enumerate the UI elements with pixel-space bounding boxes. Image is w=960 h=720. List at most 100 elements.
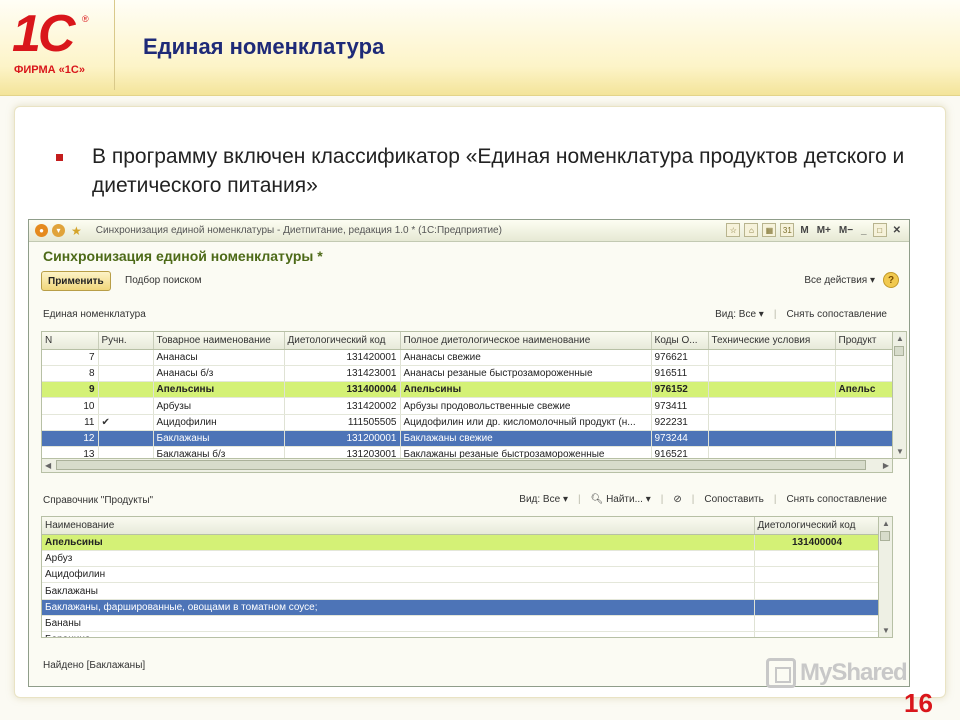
column-header[interactable]: Продукт [835, 332, 892, 350]
horizontal-scrollbar[interactable]: ◀ ▶ [41, 459, 893, 473]
table-cell-name: Баклажаны [42, 582, 755, 600]
column-header[interactable]: Диетологический код [754, 517, 878, 535]
find-label: Найти... ▾ [606, 494, 651, 505]
table-row[interactable]: 8 Ананасы б/з 131423001 Ананасы резаные быс… [42, 365, 892, 383]
table-cell-full: Ананасы резаные быстрозамороженные [400, 365, 652, 383]
help-icon[interactable]: ? [883, 272, 899, 288]
table-cell-name: Арбузы [153, 397, 285, 415]
app-menu-icon[interactable]: ● [35, 224, 48, 237]
table-cell-full: Арбузы продовольственные свежие [400, 397, 652, 415]
table-cell-tu [708, 446, 836, 458]
column-header[interactable]: Полное диетологическое наименование [400, 332, 652, 350]
match-button[interactable]: Сопоставить [704, 494, 763, 505]
table-cell-product [835, 430, 892, 448]
products-table[interactable]: Наименование Диетологический код Апельси… [41, 516, 879, 638]
table-row[interactable]: Арбуз [42, 550, 878, 568]
calendar-icon[interactable]: 31 [780, 223, 795, 237]
cancel-search-icon[interactable]: ⊘ [673, 494, 681, 505]
dropdown-icon[interactable]: ▾ [52, 224, 65, 237]
logo-mark: 1С [12, 5, 76, 63]
scroll-thumb[interactable] [880, 531, 890, 541]
table-row[interactable]: 10 Арбузы 131420002 Арбузы продовольственны… [42, 397, 892, 415]
table-cell-full: Ананасы свежие [400, 349, 652, 366]
scroll-down-icon[interactable]: ▼ [882, 626, 890, 635]
table-cell-product [835, 397, 892, 415]
table-cell-name: Апельсины [42, 534, 755, 551]
table-cell-okp: 976621 [651, 349, 709, 366]
table-row[interactable]: 9 Апельсины 131400004 Апельсины 976152 Апельс [42, 381, 892, 399]
table-cell-product [835, 414, 892, 431]
table-cell-full: Ацидофилин или др. кисломолочный продукт… [400, 414, 652, 431]
table-cell-manual [98, 365, 154, 383]
table-row[interactable]: Бананы [42, 615, 878, 633]
table-cell-n: 9 [42, 381, 99, 399]
table-cell-name: Баранина [42, 631, 755, 637]
search-selection-button[interactable]: Подбор поиском [125, 275, 201, 286]
table-cell-code: 131423001 [284, 365, 401, 383]
table-row[interactable]: Апельсины 131400004 [42, 534, 878, 551]
logo-registered: ® [82, 14, 89, 24]
table-row[interactable]: Баклажаны, фаршированные, овощами в тома… [42, 599, 878, 616]
table-cell-n: 8 [42, 365, 99, 383]
all-actions-menu[interactable]: Все действия ▾ [804, 275, 875, 286]
table-row[interactable]: Ацидофилин [42, 566, 878, 584]
column-header[interactable]: Технические условия [708, 332, 836, 350]
home-icon[interactable]: ⌂ [744, 223, 759, 237]
table-cell-tu [708, 365, 836, 383]
column-header[interactable]: Коды О... [651, 332, 709, 350]
scroll-right-icon[interactable]: ▶ [883, 461, 889, 470]
table-row[interactable]: 7 Ананасы 131420001 Ананасы свежие 976621 [42, 349, 892, 366]
table-cell-manual [98, 381, 154, 399]
table-cell-okp: 976152 [651, 381, 709, 399]
table-cell-name: Бананы [42, 615, 755, 633]
view-filter-dropdown[interactable]: Вид: Все ▾ [519, 494, 568, 505]
column-header[interactable]: N [42, 332, 99, 350]
close-icon[interactable]: ✕ [891, 225, 903, 236]
memory-m-button[interactable]: M [798, 225, 810, 236]
table-cell-name: Ананасы б/з [153, 365, 285, 383]
table-cell-product: Апельс [835, 381, 892, 399]
scroll-thumb[interactable] [894, 346, 904, 356]
unmatch-button[interactable]: Снять сопоставление [786, 494, 887, 505]
table-cell-full: Апельсины [400, 381, 652, 399]
section2-toolbar: Вид: Все ▾ | 🔍︎ Найти... ▾ | ⊘ | Сопоста… [519, 494, 887, 505]
nomenclature-table[interactable]: N Ручн. Товарное наименование Диетологич… [41, 331, 893, 459]
titlebar-tools: ☆ ⌂ ▦ 31 M M+ M− _ □ ✕ [726, 223, 903, 237]
table-cell-manual [98, 446, 154, 458]
find-button[interactable]: 🔍︎ Найти... ▾ [591, 494, 651, 505]
memory-minus-button[interactable]: M− [837, 225, 855, 236]
table-row[interactable]: 13 Баклажаны б/з 131203001 Баклажаны резаны… [42, 446, 892, 458]
table-row[interactable]: Баранина [42, 631, 878, 637]
column-header[interactable]: Диетологический код [284, 332, 401, 350]
maximize-icon[interactable]: □ [872, 223, 887, 237]
star-icon[interactable]: ★ [71, 224, 82, 238]
scroll-down-icon[interactable]: ▼ [896, 447, 904, 456]
toolbar-separator: | [660, 494, 664, 505]
table-row[interactable]: 11 ✔ Ацидофилин 111505505 Ацидофилин или др.… [42, 414, 892, 431]
apply-button[interactable]: Применить [41, 271, 111, 291]
vertical-scrollbar[interactable]: ▲ ▼ [893, 331, 907, 459]
table-row[interactable]: Баклажаны [42, 582, 878, 600]
vertical-scrollbar[interactable]: ▲ ▼ [879, 516, 893, 638]
table-cell-n: 11 [42, 414, 99, 431]
app-window: ● ▾ ★ Синхронизация единой номенклатуры … [28, 219, 910, 687]
column-header[interactable]: Наименование [42, 517, 755, 535]
form-toolbar: Применить Подбор поиском Все действия ▾ … [41, 271, 899, 291]
table-row[interactable]: 12 Баклажаны 131200001 Баклажаны свежие 9732… [42, 430, 892, 448]
calculator-icon[interactable]: ▦ [762, 223, 777, 237]
unmatch-button[interactable]: Снять сопоставление [786, 309, 887, 320]
logo-firm-name: ФИРМА «1С» [14, 64, 85, 76]
table-cell-product [835, 446, 892, 458]
scroll-up-icon[interactable]: ▲ [882, 519, 890, 528]
scroll-up-icon[interactable]: ▲ [896, 334, 904, 343]
minimize-icon[interactable]: _ [859, 225, 869, 236]
view-filter-dropdown[interactable]: Вид: Все ▾ [715, 309, 764, 320]
favorite-icon[interactable]: ☆ [726, 223, 741, 237]
table-cell-full: Баклажаны свежие [400, 430, 652, 448]
column-header[interactable]: Товарное наименование [153, 332, 285, 350]
scroll-thumb[interactable] [56, 460, 866, 470]
memory-plus-button[interactable]: M+ [815, 225, 833, 236]
table-cell-name: Ацидофилин [153, 414, 285, 431]
column-header[interactable]: Ручн. [98, 332, 154, 350]
scroll-left-icon[interactable]: ◀ [45, 461, 51, 470]
